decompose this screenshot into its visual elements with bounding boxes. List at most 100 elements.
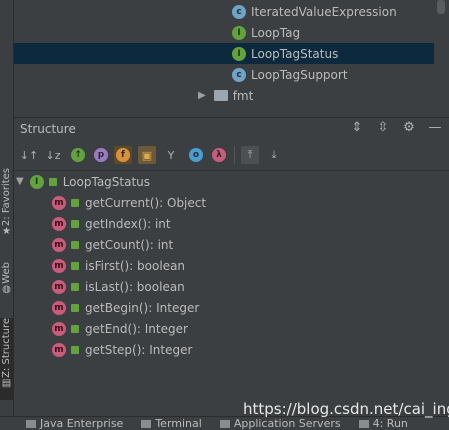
watermark: https://blog.csdn.net/cai_ing <box>243 400 449 418</box>
method-icon: m <box>52 300 66 315</box>
method-label: getBegin(): Integer <box>85 300 200 315</box>
root-label: LoopTagStatus <box>62 174 151 189</box>
run-tab[interactable]: 4: Run <box>358 417 408 430</box>
globe-icon: ◍ <box>2 283 11 295</box>
minimize-icon[interactable]: — <box>427 120 443 135</box>
method-label: getIndex(): int <box>85 216 171 231</box>
java-enterprise-tab[interactable]: Java Enterprise <box>26 417 123 430</box>
left-tool-strip: 2: Favorites ★ Web ◍ Z: Structure ▤ <box>0 0 14 416</box>
public-lock-icon <box>71 345 79 354</box>
favorites-tab-label: 2: Favorites <box>1 168 12 227</box>
tab-label: Java Enterprise <box>40 417 124 430</box>
method-label: getEnd(): Integer <box>85 321 188 336</box>
tree-folder[interactable]: ▶ fmt <box>14 85 434 106</box>
method-item[interactable]: m getCount(): int <box>52 234 173 255</box>
method-label: getCurrent(): Object <box>85 195 207 210</box>
public-lock-icon <box>71 282 79 291</box>
public-lock-icon <box>71 219 79 228</box>
collapse-all-icon[interactable]: ⇳ <box>375 120 391 135</box>
method-icon: m <box>52 321 66 336</box>
folder-icon <box>213 90 228 101</box>
interface-icon: I <box>232 46 246 61</box>
show-inherited-icon[interactable]: ↑ <box>71 148 85 162</box>
structure-tree: ▼ I LoopTagStatus m getCurrent(): Object… <box>14 171 449 404</box>
terminal-icon <box>141 419 152 428</box>
show-non-public-icon[interactable]: ▣ <box>138 146 156 164</box>
favorites-tab[interactable]: 2: Favorites ★ <box>0 168 13 238</box>
interface-icon: I <box>29 174 44 189</box>
interface-icon: I <box>232 25 246 40</box>
terminal-tab[interactable]: Terminal <box>141 417 202 430</box>
method-icon: m <box>52 237 66 252</box>
autoscroll-to-source-icon[interactable]: ⤒ <box>241 146 259 164</box>
run-icon <box>358 419 369 428</box>
public-lock-icon <box>71 303 79 312</box>
header-buttons: ⇕ ⇳ ⚙ — <box>349 120 443 135</box>
method-item[interactable]: m getCurrent(): Object <box>52 192 206 213</box>
structure-toolbar: ↓↑ ↓z ↑ p f ▣ Y o λ ⤒ ⤓ <box>14 140 449 171</box>
web-tab-label: Web <box>1 262 12 284</box>
web-tab[interactable]: Web ◍ <box>0 262 13 296</box>
method-label: isLast(): boolean <box>85 279 185 294</box>
structure-icon: ▤ <box>1 377 12 389</box>
expand-arrow-icon[interactable]: ▶ <box>198 90 206 101</box>
structure-tab-label: Z: Structure <box>1 318 12 378</box>
tree-item-label: IteratedValueExpression <box>251 4 397 19</box>
show-fields-toggle[interactable]: f <box>114 146 132 164</box>
method-icon: m <box>52 279 66 294</box>
structure-panel-header: Structure ⇕ ⇳ ⚙ — <box>14 117 449 140</box>
autoscroll-from-source-icon[interactable]: ⤓ <box>265 146 283 164</box>
tab-label: Terminal <box>155 417 202 430</box>
method-item[interactable]: m getStep(): Integer <box>52 339 192 360</box>
public-lock-icon <box>71 324 79 333</box>
tree-item[interactable]: c LoopTagSupport <box>14 64 434 85</box>
tree-item-label: LoopTag <box>251 25 301 40</box>
show-lambdas-icon[interactable]: o <box>189 148 203 162</box>
public-lock-icon <box>71 240 79 249</box>
sort-alphabetically-icon[interactable]: ↓z <box>44 146 62 164</box>
star-icon: ★ <box>2 226 11 238</box>
tree-item-label: fmt <box>232 88 254 103</box>
tree-item-selected[interactable]: I LoopTagStatus <box>14 43 434 64</box>
method-item[interactable]: m isLast(): boolean <box>52 276 185 297</box>
scrollbar-thumb[interactable] <box>437 0 445 14</box>
show-properties-icon[interactable]: p <box>94 148 108 162</box>
panel-title: Structure <box>20 122 76 136</box>
tab-label: 4: Run <box>372 417 408 430</box>
expand-all-icon[interactable]: ⇕ <box>349 120 365 135</box>
method-label: getStep(): Integer <box>85 342 193 357</box>
tree-item-label: LoopTagStatus <box>251 46 339 61</box>
method-item[interactable]: m getIndex(): int <box>52 213 171 234</box>
sort-by-visibility-icon[interactable]: ↓↑ <box>20 146 38 164</box>
structure-tab[interactable]: Z: Structure ▤ <box>0 318 13 400</box>
java-enterprise-icon <box>26 419 36 428</box>
public-lock-icon <box>48 177 57 186</box>
method-label: getCount(): int <box>85 237 174 252</box>
public-lock-icon <box>71 261 79 270</box>
method-label: isFirst(): boolean <box>85 258 186 273</box>
toolbar-separator <box>234 146 235 164</box>
class-icon: c <box>232 4 246 19</box>
tree-item[interactable]: I LoopTag <box>14 22 434 43</box>
tab-label: Application Servers <box>233 417 341 430</box>
tree-scrollbar[interactable] <box>434 0 449 116</box>
gear-icon[interactable]: ⚙ <box>401 120 417 135</box>
method-item[interactable]: m isFirst(): boolean <box>52 255 185 276</box>
class-icon: c <box>232 67 246 82</box>
application-servers-tab[interactable]: Application Servers <box>219 417 341 430</box>
lambda-icon[interactable]: λ <box>212 148 226 162</box>
method-icon: m <box>52 342 66 357</box>
method-item[interactable]: m getBegin(): Integer <box>52 297 199 318</box>
method-icon: m <box>52 195 66 210</box>
public-lock-icon <box>71 198 79 207</box>
method-item[interactable]: m getEnd(): Integer <box>52 318 188 339</box>
show-anonymous-icon[interactable]: Y <box>162 146 180 164</box>
field-icon: f <box>116 148 130 162</box>
tree-item[interactable]: c IteratedValueExpression <box>14 1 434 22</box>
structure-root[interactable]: ▼ I LoopTagStatus <box>16 171 150 192</box>
method-icon: m <box>52 258 66 273</box>
bottom-tool-window-bar: Java Enterprise Terminal Application Ser… <box>0 416 449 430</box>
collapse-arrow-icon[interactable]: ▼ <box>16 176 24 187</box>
server-icon <box>219 419 230 428</box>
project-tree: c IteratedValueExpression I LoopTag I Lo… <box>14 0 434 116</box>
